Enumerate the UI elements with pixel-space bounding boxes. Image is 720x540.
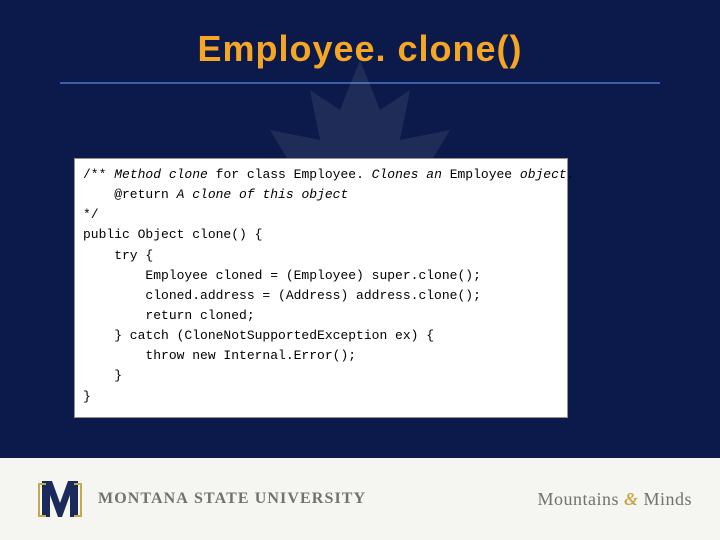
slide-container: Employee. clone() /** Method clone for c…	[0, 0, 720, 540]
tagline-ampersand: &	[624, 489, 639, 509]
code-line: /** Method clone for class Employee. Clo…	[83, 167, 575, 182]
code-line: }	[83, 366, 559, 386]
code-line: cloned.address = (Address) address.clone…	[83, 286, 559, 306]
code-line: public Object clone() {	[83, 225, 559, 245]
university-name-rest: STATE UNIVERSITY	[189, 490, 366, 507]
code-snippet: /** Method clone for class Employee. Clo…	[74, 158, 568, 418]
tagline-left: Mountains	[537, 489, 624, 509]
university-name: MONTANA STATE UNIVERSITY	[98, 490, 366, 508]
code-line: return cloned;	[83, 306, 559, 326]
footer-bar: MONTANA STATE UNIVERSITY Mountains & Min…	[0, 458, 720, 540]
title-divider	[60, 82, 660, 84]
code-line: @return A clone of this object	[83, 187, 348, 202]
tagline-right: Minds	[638, 489, 692, 509]
footer-left: MONTANA STATE UNIVERSITY	[36, 475, 366, 523]
slide-title: Employee. clone()	[0, 0, 720, 82]
code-line: }	[83, 387, 559, 407]
university-name-bold: MONTANA	[98, 490, 189, 507]
code-line: throw new Internal.Error();	[83, 346, 559, 366]
msu-logo-icon	[36, 475, 84, 523]
code-line: } catch (CloneNotSupportedException ex) …	[83, 326, 559, 346]
footer-tagline: Mountains & Minds	[537, 489, 692, 510]
code-line: */	[83, 205, 559, 225]
code-line: try {	[83, 246, 559, 266]
code-line: Employee cloned = (Employee) super.clone…	[83, 266, 559, 286]
